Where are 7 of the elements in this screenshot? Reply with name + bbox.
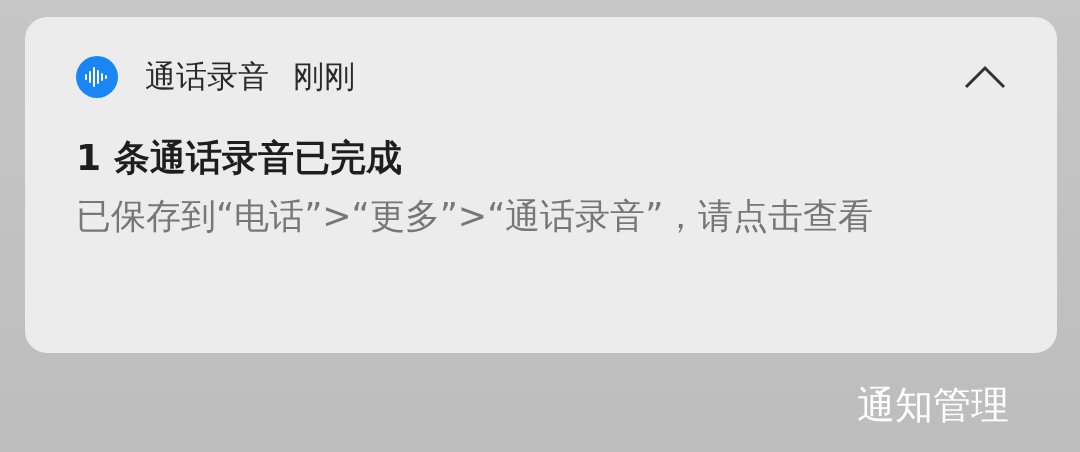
notification-time: 刚刚 bbox=[293, 57, 355, 96]
collapse-icon[interactable] bbox=[964, 65, 1006, 89]
notification-body: 已保存到“电话”>“更多”>“通话录音”，请点击查看 bbox=[76, 195, 875, 238]
manage-notifications-link[interactable]: 通知管理 bbox=[857, 381, 1009, 429]
notification-title: 1 条通话录音已完成 bbox=[76, 136, 403, 180]
app-name: 通话录音 bbox=[145, 57, 269, 96]
sound-wave-icon bbox=[76, 56, 118, 98]
